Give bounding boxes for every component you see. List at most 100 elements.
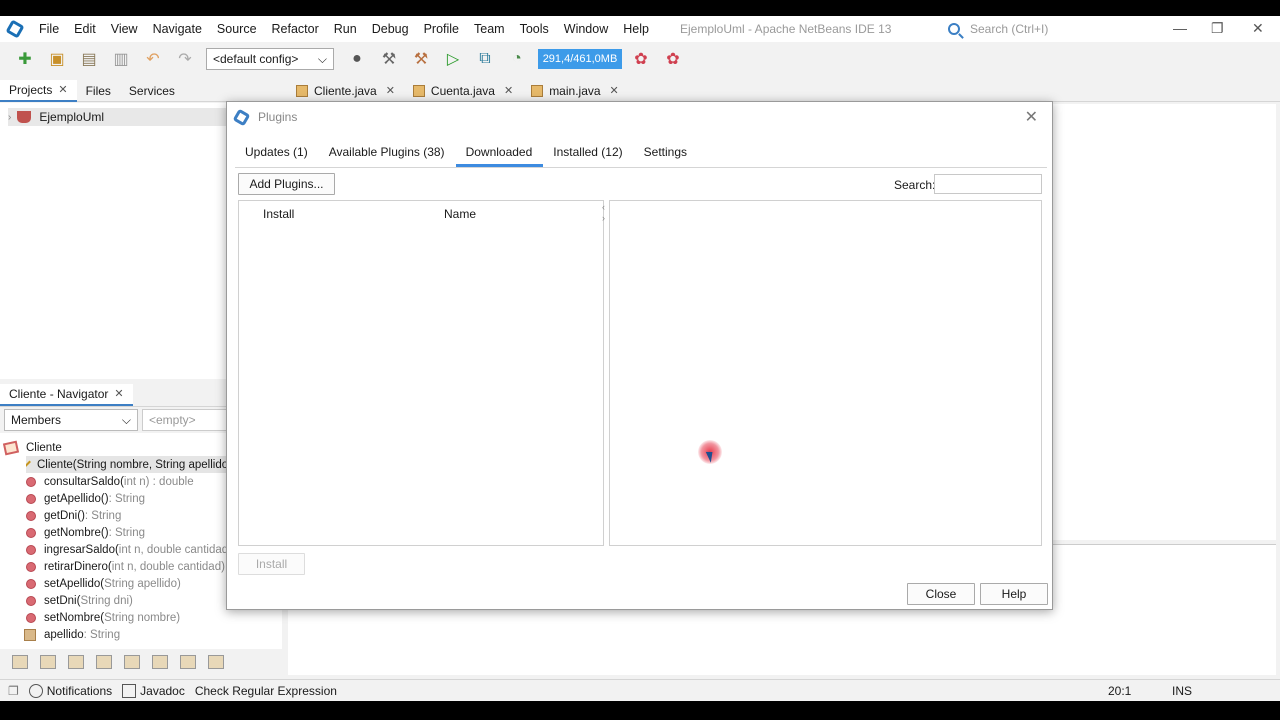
menu-file[interactable]: File: [32, 22, 67, 36]
menu-navigate[interactable]: Navigate: [146, 22, 210, 36]
config-value: <default config>: [213, 52, 299, 66]
show-fqn-icon[interactable]: [152, 655, 168, 669]
tab-cliente-java[interactable]: Cliente.java ✕: [288, 80, 403, 102]
menu-profile[interactable]: Profile: [417, 22, 467, 36]
menu-debug[interactable]: Debug: [365, 22, 417, 36]
plugin-search-input[interactable]: [934, 174, 1042, 194]
member-name: getApellido(): [44, 492, 109, 505]
field-icon: [24, 628, 36, 641]
list-item[interactable]: consultarSaldo(int n) : double: [26, 473, 194, 490]
close-icon[interactable]: ✕: [114, 387, 123, 400]
list-item[interactable]: ingresarSaldo(int n, double cantidad): [26, 541, 232, 558]
list-item[interactable]: setDni(String dni): [26, 592, 133, 609]
new-project-icon[interactable]: ▣: [46, 48, 68, 70]
project-node[interactable]: › EjemploUml: [8, 108, 228, 126]
restore-icon[interactable]: ❐: [1211, 20, 1224, 37]
show-inner-classes-icon[interactable]: [124, 655, 140, 669]
run-icon[interactable]: ▷: [442, 48, 464, 70]
column-install[interactable]: Install: [263, 207, 294, 221]
list-item[interactable]: setApellido(String apellido): [26, 575, 181, 592]
menu-view[interactable]: View: [104, 22, 146, 36]
menu-help[interactable]: Help: [616, 22, 657, 36]
tab-projects[interactable]: Projects ✕: [0, 79, 77, 102]
expand-arrow-icon[interactable]: ›: [8, 112, 11, 123]
menu-edit[interactable]: Edit: [67, 22, 104, 36]
list-item[interactable]: getNombre() : String: [26, 524, 145, 541]
debug-icon[interactable]: ⧉: [474, 48, 496, 70]
redo-icon[interactable]: ↷: [174, 48, 196, 70]
menu-team[interactable]: Team: [467, 22, 513, 36]
netbeans-logo-icon: [232, 108, 251, 126]
build-hammer-icon[interactable]: ⚒: [378, 48, 400, 70]
member-signature: String apellido): [104, 577, 181, 590]
list-item[interactable]: getApellido() : String: [26, 490, 145, 507]
new-file-icon[interactable]: ✚: [14, 48, 36, 70]
tab-available-plugins[interactable]: Available Plugins (38): [319, 139, 456, 167]
menu-run[interactable]: Run: [327, 22, 365, 36]
method-icon: [26, 612, 36, 623]
tab-main-java[interactable]: main.java ✕: [523, 80, 627, 102]
show-inherited-icon[interactable]: [12, 655, 28, 669]
gc-icon[interactable]: ✿: [630, 48, 652, 70]
navigator-filter-select[interactable]: Members ⌵: [4, 409, 138, 431]
tab-installed[interactable]: Installed (12): [543, 139, 633, 167]
show-private-icon[interactable]: [96, 655, 112, 669]
help-button[interactable]: Help: [980, 583, 1048, 605]
quick-search-input[interactable]: Search (Ctrl+I): [948, 20, 1118, 38]
tab-cuenta-java[interactable]: Cuenta.java ✕: [405, 80, 521, 102]
info-icon: [28, 683, 43, 698]
globe-icon[interactable]: ●: [346, 48, 368, 70]
member-name: setApellido(: [44, 577, 105, 590]
check-regex-button[interactable]: Check Regular Expression: [195, 684, 337, 698]
minimize-icon[interactable]: —: [1173, 20, 1187, 36]
open-project-icon[interactable]: ▤: [78, 48, 100, 70]
sort-by-name-icon[interactable]: [180, 655, 196, 669]
close-icon[interactable]: ✕: [1025, 107, 1038, 127]
tab-files[interactable]: Files: [77, 80, 120, 102]
close-icon[interactable]: ✕: [386, 84, 395, 97]
notifications-button[interactable]: Notifications: [28, 683, 112, 698]
tab-updates[interactable]: Updates (1): [235, 139, 319, 167]
column-name[interactable]: Name: [444, 207, 476, 221]
tab-downloaded[interactable]: Downloaded: [455, 139, 544, 167]
profiler-snapshot-icon[interactable]: ✿: [662, 48, 684, 70]
config-select[interactable]: <default config> ⌵: [206, 48, 334, 70]
restore-windows-icon[interactable]: ❐: [8, 684, 19, 698]
close-icon[interactable]: ✕: [610, 84, 619, 97]
list-item[interactable]: setNombre(String nombre): [26, 609, 180, 626]
javadoc-button[interactable]: Javadoc: [122, 683, 185, 698]
member-name: getDni(): [44, 509, 85, 522]
clean-build-icon[interactable]: ⚒: [410, 48, 432, 70]
constructor-icon: [26, 460, 31, 469]
save-all-icon[interactable]: ▥: [110, 48, 132, 70]
close-button[interactable]: Close: [907, 583, 975, 605]
class-node[interactable]: Cliente: [2, 439, 62, 456]
add-plugins-button[interactable]: Add Plugins...: [238, 173, 335, 195]
list-item[interactable]: retirarDinero(int n, double cantidad): [26, 558, 225, 575]
list-item[interactable]: getDni() : String: [26, 507, 121, 524]
netbeans-logo-icon: [5, 19, 25, 39]
tab-services[interactable]: Services: [120, 80, 184, 102]
list-item[interactable]: apellido : String: [24, 626, 120, 643]
profile-icon[interactable]: ◔: [506, 48, 528, 70]
show-fields-icon[interactable]: [40, 655, 56, 669]
member-name: getNombre(): [44, 526, 109, 539]
menu-window[interactable]: Window: [557, 22, 616, 36]
menu-refactor[interactable]: Refactor: [265, 22, 327, 36]
letterbox-top: [0, 0, 1280, 16]
plugins-table[interactable]: Install Name: [238, 200, 604, 546]
menu-source[interactable]: Source: [210, 22, 265, 36]
memory-usage-bar[interactable]: 291,4/461,0MB: [538, 49, 622, 69]
tab-settings[interactable]: Settings: [634, 139, 698, 167]
close-window-icon[interactable]: ✕: [1252, 20, 1264, 37]
show-static-icon[interactable]: [68, 655, 84, 669]
close-icon[interactable]: ✕: [504, 84, 513, 97]
menu-tools[interactable]: Tools: [513, 22, 557, 36]
undo-icon[interactable]: ↶: [142, 48, 164, 70]
list-item[interactable]: Cliente(String nombre, String apellido: [26, 456, 226, 473]
tab-navigator[interactable]: Cliente - Navigator ✕: [0, 383, 133, 406]
close-icon[interactable]: ✕: [58, 83, 67, 96]
class-icon: [2, 440, 20, 455]
sort-by-source-icon[interactable]: [208, 655, 224, 669]
install-button[interactable]: Install: [238, 553, 305, 575]
